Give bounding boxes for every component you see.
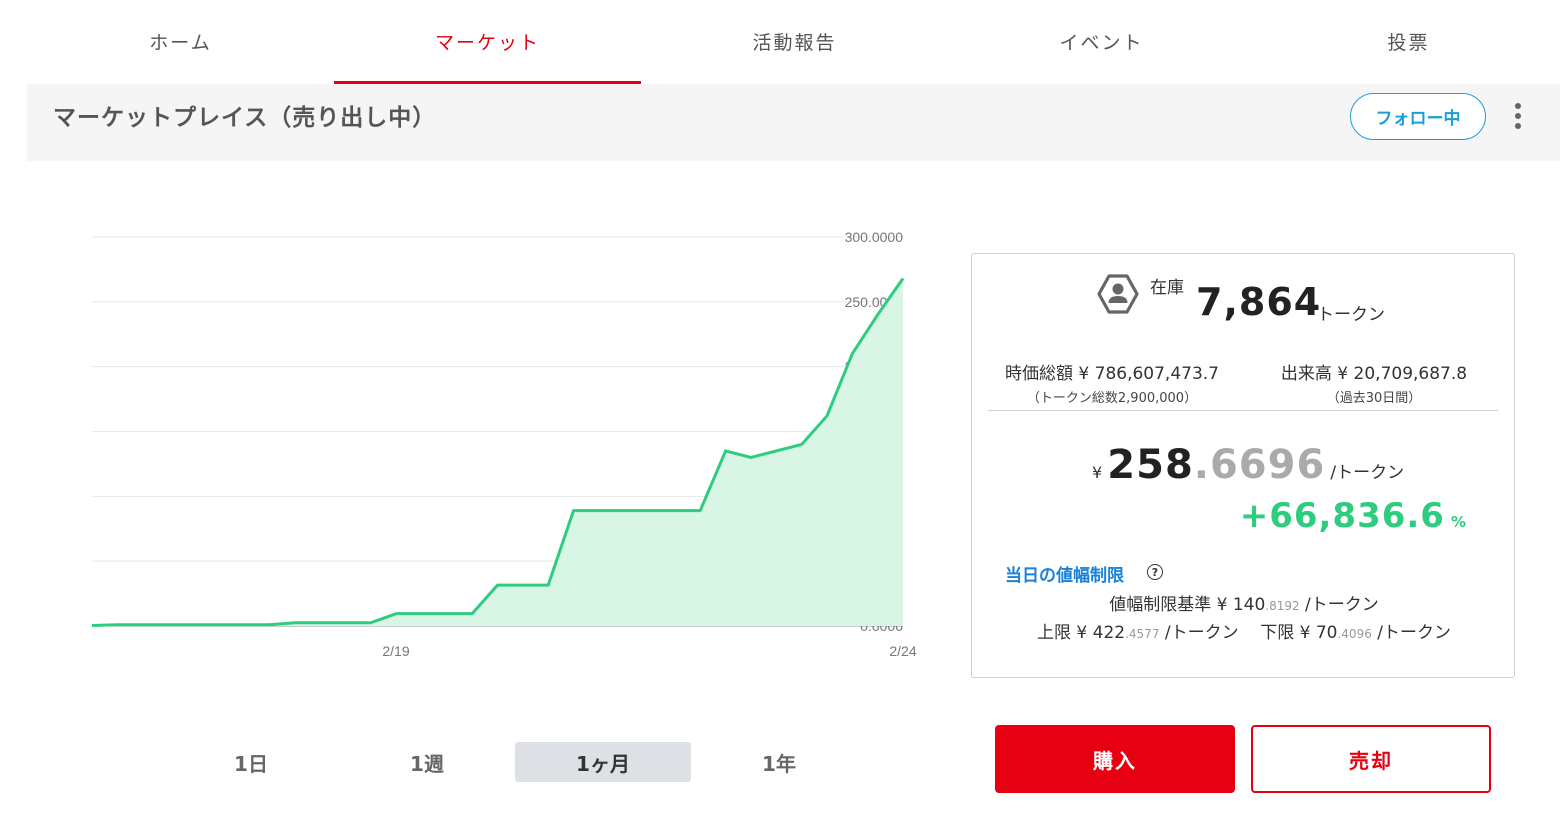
page-title: マーケットプレイス（売り出し中） xyxy=(53,105,437,131)
section-header: マーケットプレイス（売り出し中） フォロー中 xyxy=(27,84,1560,161)
kebab-menu-icon[interactable] xyxy=(1505,98,1531,134)
x-tick-label: 2/19 xyxy=(382,643,409,659)
top-nav: ホーム マーケット 活動報告 イベント 投票 xyxy=(0,0,1560,84)
upper-limit: 上限 ¥ 422 xyxy=(1037,623,1126,643)
lower-limit: 下限 ¥ 70 xyxy=(1260,623,1338,643)
tab-vote[interactable]: 投票 xyxy=(1255,0,1560,84)
divider xyxy=(988,410,1498,411)
question-circle-icon[interactable]: ? xyxy=(1147,564,1163,580)
person-hexagon-icon xyxy=(1097,274,1139,314)
y-tick-label: 300.0000 xyxy=(845,229,904,245)
buy-button[interactable]: 購入 xyxy=(995,725,1235,793)
token-info-panel: 在庫 7,864 トークン 時価総額 ¥ 786,607,473.7 （トークン… xyxy=(971,253,1515,678)
tab-market[interactable]: マーケット xyxy=(334,0,641,84)
market-cap-note: （トークン総数2,900,000） xyxy=(1026,391,1198,406)
price-decimal: .6696 xyxy=(1193,442,1326,488)
tab-home[interactable]: ホーム xyxy=(27,0,334,84)
price-limit-base: 値幅制限基準 ¥ 140.8192 /トークン xyxy=(1109,595,1379,615)
price-limit-title: 当日の値幅制限 xyxy=(1005,566,1124,586)
market-cap: 時価総額 ¥ 786,607,473.7 xyxy=(1005,364,1219,384)
sell-button[interactable]: 売却 xyxy=(1251,725,1491,793)
trading-volume-note: （過去30日間） xyxy=(1326,391,1422,406)
price-area xyxy=(92,278,903,626)
range-1month[interactable]: 1ヶ月 xyxy=(515,742,691,782)
price-currency: ¥ xyxy=(1092,463,1103,482)
range-1day[interactable]: 1日 xyxy=(163,742,339,782)
range-1week[interactable]: 1週 xyxy=(339,742,515,782)
stock-label: 在庫 xyxy=(1150,278,1184,298)
change-value: +66,836.6 xyxy=(1239,496,1445,536)
tab-activity-report[interactable]: 活動報告 xyxy=(641,0,948,84)
price-integer: 258 xyxy=(1107,442,1194,488)
follow-button[interactable]: フォロー中 xyxy=(1350,93,1486,140)
price-change: +66,836.6% xyxy=(1240,496,1466,536)
tab-event[interactable]: イベント xyxy=(948,0,1255,84)
stock-unit: トークン xyxy=(1317,305,1385,325)
price-unit: /トークン xyxy=(1330,463,1405,483)
range-1year[interactable]: 1年 xyxy=(691,742,867,782)
stock-value: 7,864 xyxy=(1196,280,1322,324)
price-limit-range: 上限 ¥ 422.4577 /トークン 下限 ¥ 70.4096 /トークン xyxy=(1037,623,1451,643)
price-chart: 0.000050.0000100.0000150.0000200.0000250… xyxy=(91,229,917,659)
change-percent-sign: % xyxy=(1450,513,1466,531)
trading-volume: 出来高 ¥ 20,709,687.8 xyxy=(1280,364,1468,384)
x-tick-label: 2/24 xyxy=(889,643,916,659)
current-price: ¥ 258.6696 /トークン xyxy=(1092,442,1404,488)
